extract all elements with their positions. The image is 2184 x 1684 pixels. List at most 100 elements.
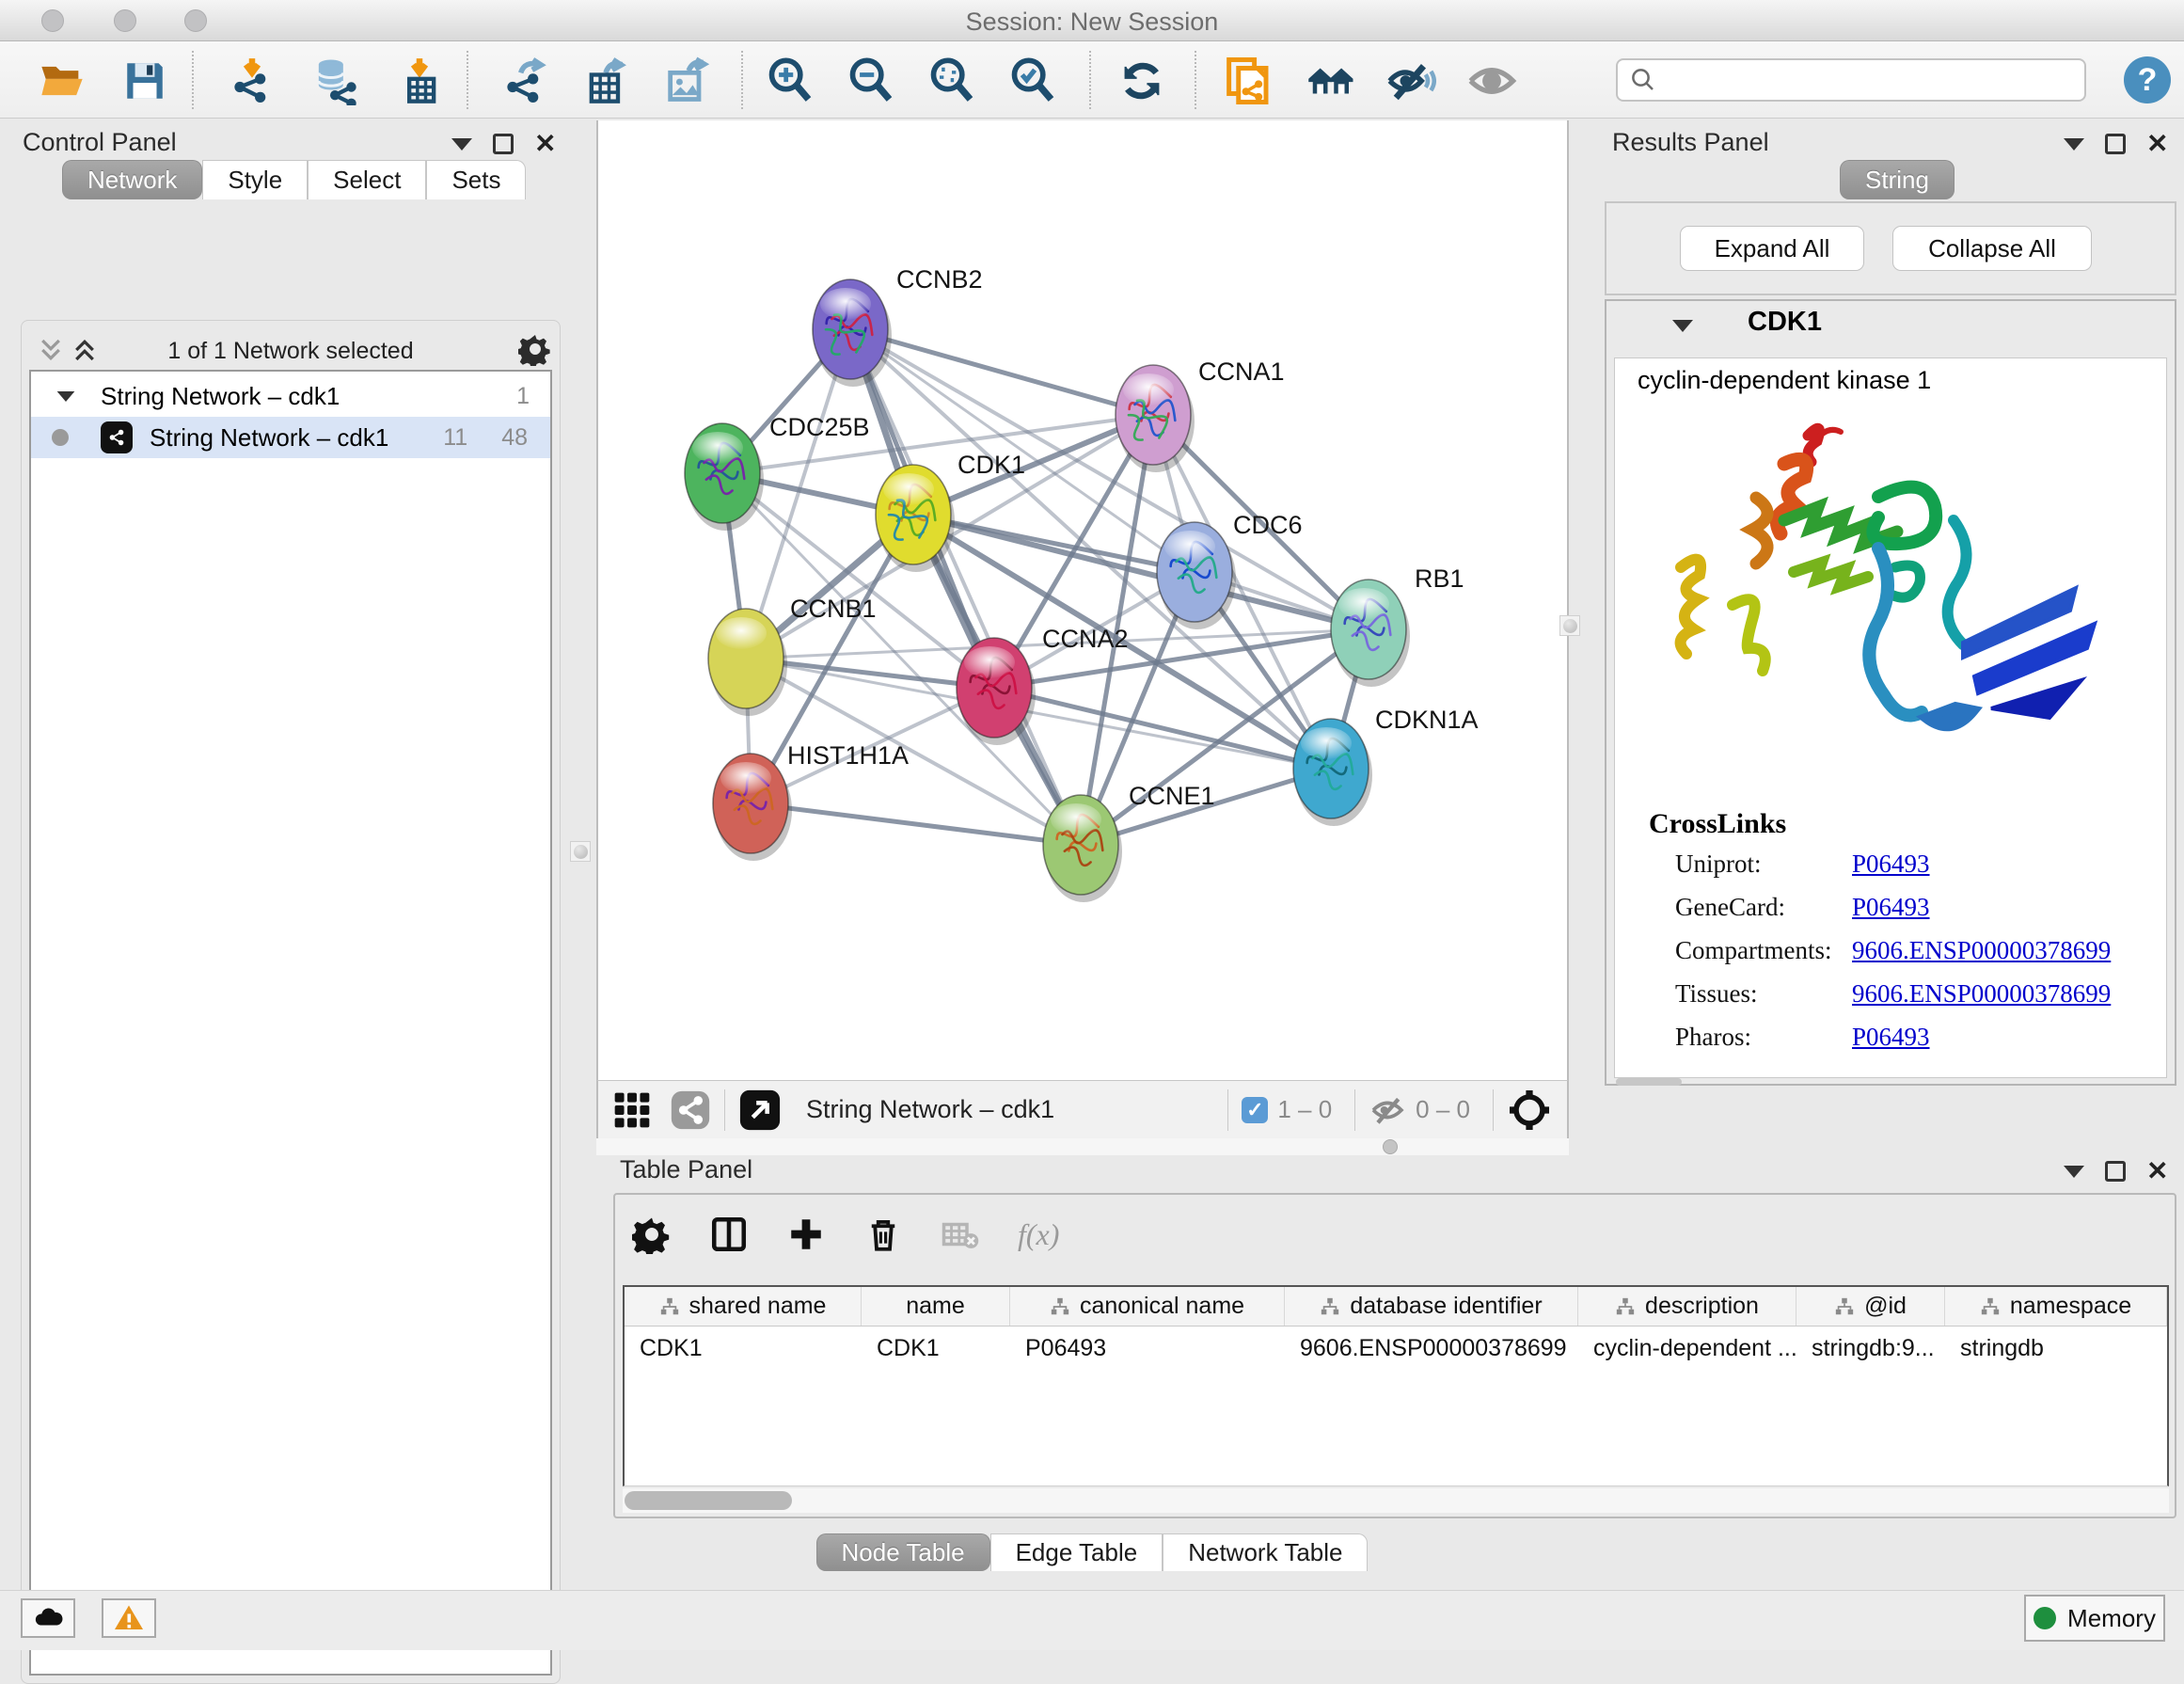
network-collection-row[interactable]: String Network – cdk1 1 — [31, 375, 550, 417]
network-node-ccnb2[interactable]: CCNB2 — [813, 265, 983, 387]
tab-edge-table[interactable]: Edge Table — [990, 1533, 1163, 1571]
float-panel-icon[interactable] — [493, 134, 514, 154]
column-header-database-identifier[interactable]: database identifier — [1285, 1287, 1578, 1326]
table-header-row: shared namenamecanonical namedatabase id… — [625, 1287, 2167, 1327]
collapse-all-button[interactable]: Collapse All — [1892, 226, 2092, 271]
share-view-icon[interactable] — [670, 1089, 711, 1131]
fit-selected-icon[interactable] — [1507, 1088, 1552, 1133]
cell-4[interactable]: cyclin-dependent ... — [1578, 1327, 1796, 1370]
memory-button[interactable]: Memory — [2024, 1595, 2165, 1642]
cloud-button[interactable] — [21, 1598, 75, 1638]
network-node-cdc25b[interactable]: CDC25B — [685, 413, 870, 531]
tree-expand-icon[interactable] — [57, 390, 75, 401]
tab-style[interactable]: Style — [202, 160, 308, 199]
cell-3[interactable]: 9606.ENSP00000378699 — [1285, 1327, 1578, 1370]
right-splitter-handle[interactable] — [1559, 615, 1580, 636]
warnings-button[interactable] — [102, 1598, 156, 1638]
network-node-hist1h1a[interactable]: HIST1H1A — [713, 741, 909, 861]
birds-eye-view-icon[interactable] — [738, 1088, 782, 1132]
search-icon — [1629, 66, 1657, 94]
grid-view-icon[interactable] — [611, 1089, 653, 1131]
node-label: CCNB1 — [790, 595, 877, 623]
panel-menu-icon[interactable] — [2064, 1166, 2084, 1178]
duplicate-network-button[interactable] — [1223, 55, 1275, 107]
pharos-link[interactable]: P06493 — [1852, 1023, 1930, 1052]
entry-collapse-icon[interactable] — [1672, 320, 1693, 332]
table-row[interactable]: CDK1CDK1P064939606.ENSP00000378699cyclin… — [625, 1327, 2167, 1370]
search-input[interactable] — [1657, 67, 2062, 93]
panel-menu-icon[interactable] — [451, 138, 472, 151]
import-table-button[interactable] — [393, 55, 446, 107]
float-panel-icon[interactable] — [2105, 1161, 2126, 1182]
export-image-button[interactable] — [660, 55, 713, 107]
node-label: CDC6 — [1233, 511, 1303, 539]
hide-graphics-details-button[interactable] — [1385, 55, 1437, 107]
tab-select[interactable]: Select — [308, 160, 426, 199]
close-panel-icon[interactable]: ✕ — [2146, 1161, 2168, 1182]
network-node-rb1[interactable]: RB1 — [1331, 564, 1464, 687]
refresh-icon — [1117, 56, 1166, 105]
zoom-fit-button[interactable] — [926, 55, 978, 107]
zoom-in-button[interactable] — [764, 55, 816, 107]
column-header--id[interactable]: @id — [1796, 1287, 1945, 1326]
column-header-canonical-name[interactable]: canonical name — [1010, 1287, 1285, 1326]
network-node-ccne1[interactable]: CCNE1 — [1043, 782, 1215, 902]
column-header-description[interactable]: description — [1578, 1287, 1796, 1326]
save-session-button[interactable] — [119, 55, 171, 107]
export-network-button[interactable] — [499, 55, 551, 107]
float-panel-icon[interactable] — [2105, 134, 2126, 154]
close-panel-icon[interactable]: ✕ — [2146, 134, 2168, 154]
hidden-counts: 0 – 0 — [1416, 1095, 1470, 1124]
show-all-networks-button[interactable] — [1306, 55, 1358, 107]
cell-5[interactable]: stringdb:9... — [1796, 1327, 1945, 1370]
apply-layout-button[interactable] — [1116, 55, 1168, 107]
expand-all-button[interactable]: Expand All — [1680, 226, 1864, 271]
open-session-button[interactable] — [36, 55, 88, 107]
tab-string[interactable]: String — [1840, 160, 1955, 199]
close-panel-icon[interactable]: ✕ — [534, 134, 556, 154]
cell-2[interactable]: P06493 — [1010, 1327, 1285, 1370]
network-row-selected[interactable]: String Network – cdk1 11 48 — [31, 417, 550, 458]
tab-network[interactable]: Network — [62, 160, 202, 199]
tab-sets[interactable]: Sets — [426, 160, 526, 199]
tab-node-table[interactable]: Node Table — [816, 1533, 990, 1571]
genecard-link[interactable]: P06493 — [1852, 893, 1930, 922]
scrollbar-thumb[interactable] — [625, 1491, 792, 1510]
gear-icon[interactable] — [518, 332, 552, 366]
network-node-cdkn1a[interactable]: CDKN1A — [1293, 706, 1479, 826]
network-node-ccna1[interactable]: CCNA1 — [1116, 357, 1285, 472]
uniprot-link[interactable]: P06493 — [1852, 850, 1930, 879]
table-horizontal-scrollbar[interactable] — [623, 1488, 2169, 1513]
tissues-link[interactable]: 9606.ENSP00000378699 — [1852, 979, 2111, 1009]
zoom-selected-button[interactable] — [1006, 55, 1059, 107]
help-button[interactable]: ? — [2124, 56, 2171, 103]
select-columns-icon[interactable] — [709, 1215, 749, 1254]
search-field[interactable] — [1616, 58, 2086, 102]
tab-network-table[interactable]: Network Table — [1163, 1533, 1368, 1571]
cell-0[interactable]: CDK1 — [625, 1327, 862, 1370]
network-node-cdc6[interactable]: CDC6 — [1157, 511, 1303, 629]
delete-column-icon[interactable] — [863, 1215, 903, 1254]
cell-6[interactable]: stringdb — [1945, 1327, 2167, 1370]
results-scroll-thumb[interactable] — [1616, 1078, 1682, 1086]
table-gear-icon[interactable] — [632, 1215, 672, 1254]
import-network-database-button[interactable] — [307, 55, 359, 107]
add-column-icon[interactable] — [786, 1215, 826, 1254]
selected-counts: 1 – 0 — [1277, 1095, 1332, 1124]
compartments-link[interactable]: 9606.ENSP00000378699 — [1852, 936, 2111, 965]
column-header-namespace[interactable]: namespace — [1945, 1287, 2167, 1326]
network-canvas[interactable]: CCNB2CCNA1CDC25BCDK1CDC6RB1CCNB1CCNA2CDK… — [596, 120, 1569, 1080]
column-header-shared-name[interactable]: shared name — [625, 1287, 862, 1326]
panel-menu-icon[interactable] — [2064, 138, 2084, 151]
left-splitter-handle[interactable] — [570, 841, 591, 862]
import-network-file-button[interactable] — [226, 55, 278, 107]
show-graphics-details-button[interactable] — [1465, 55, 1518, 107]
collection-count: 1 — [516, 383, 530, 410]
selected-nodes-checkbox[interactable]: ✓ — [1242, 1097, 1268, 1123]
column-header-name[interactable]: name — [862, 1287, 1010, 1326]
hierarchy-icon — [1834, 1296, 1855, 1317]
export-table-button[interactable] — [579, 55, 632, 107]
network-edge[interactable] — [751, 803, 1081, 845]
cell-1[interactable]: CDK1 — [862, 1327, 1010, 1370]
zoom-out-button[interactable] — [845, 55, 897, 107]
